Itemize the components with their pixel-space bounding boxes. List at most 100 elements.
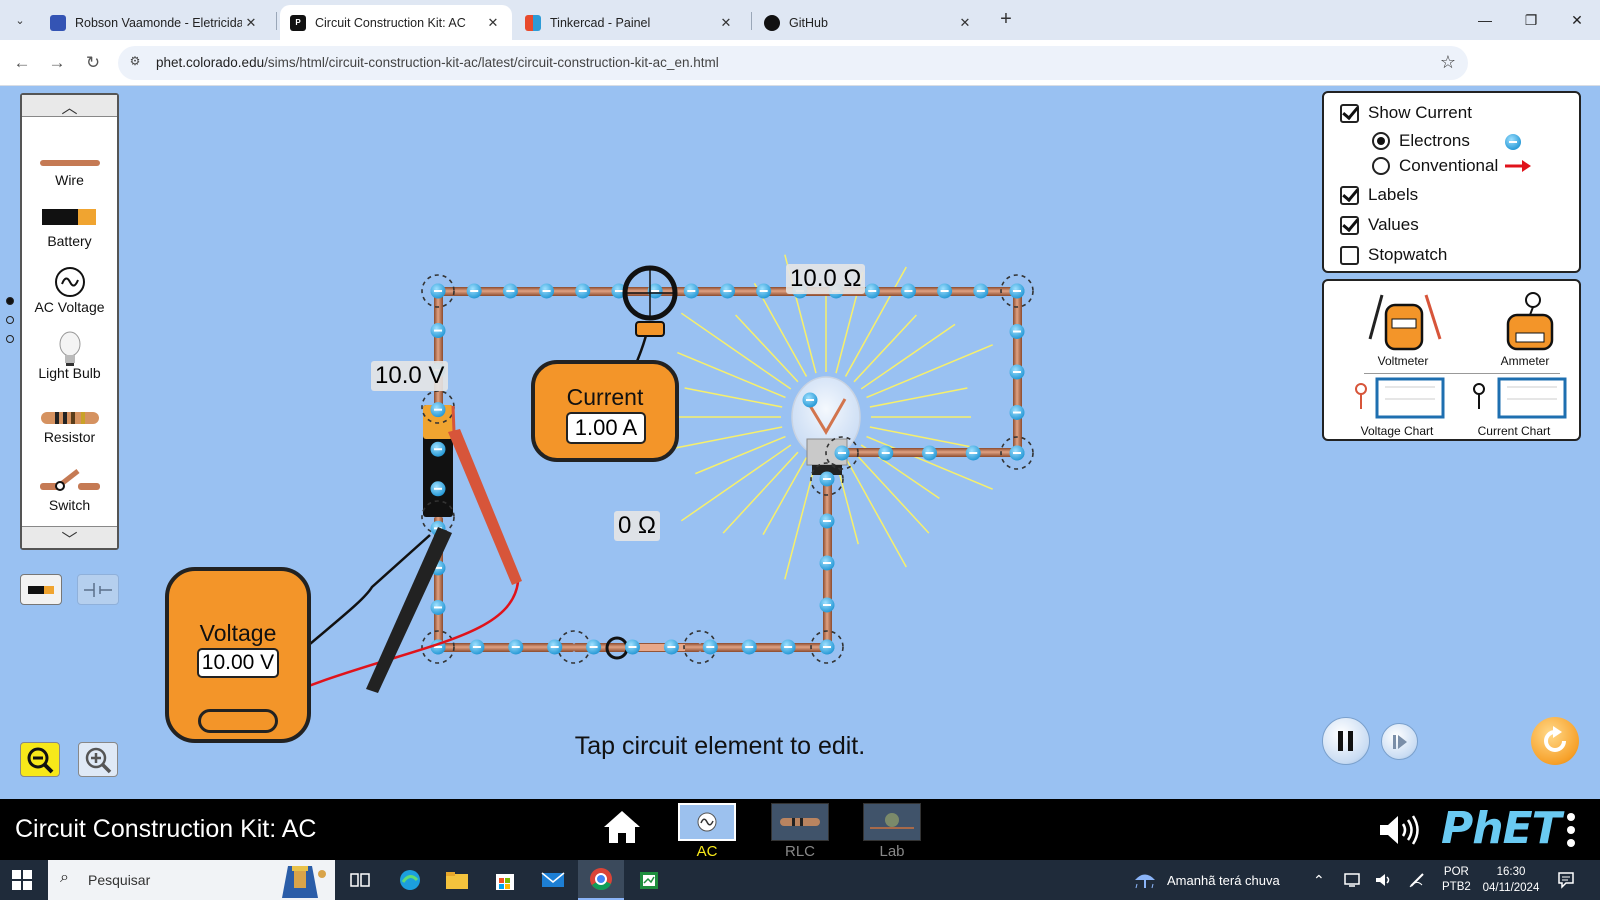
voltmeter-tool[interactable]: Voltmeter	[1358, 291, 1448, 368]
current-chart-label: Current Chart	[1477, 424, 1551, 438]
browser-tab-2[interactable]: P Circuit Construction Kit: AC ✕	[280, 5, 512, 40]
zoom-out-button[interactable]	[20, 742, 60, 777]
palette-page-dot-3[interactable]	[6, 335, 14, 343]
tab-close-icon[interactable]: ✕	[242, 15, 260, 31]
volume-icon[interactable]	[1375, 860, 1393, 900]
forward-button[interactable]: →	[45, 51, 69, 75]
palette-scroll-up-button[interactable]: ︿	[22, 95, 117, 117]
conventional-option[interactable]: Conventional	[1372, 156, 1498, 176]
windows-start-icon[interactable]	[12, 870, 32, 890]
palette-label: Battery	[47, 233, 92, 249]
bookmark-star-icon[interactable]: ☆	[1440, 52, 1456, 73]
chrome-icon[interactable]	[578, 860, 624, 900]
restore-window-button[interactable]: ❐	[1508, 6, 1554, 34]
lifelike-view-toggle[interactable]	[20, 574, 62, 605]
phet-menu-icon[interactable]	[1567, 813, 1575, 852]
notifications-icon[interactable]	[1557, 860, 1575, 900]
light-ray	[866, 435, 993, 490]
simulation-area[interactable]: ︿ Wire Battery AC Voltage Light Bulb Res…	[0, 87, 1600, 799]
windows-taskbar: ⌕ Pesquisar Amanhã terá chuva ⌃ POR PTB2…	[0, 860, 1600, 900]
component-palette: ︿ Wire Battery AC Voltage Light Bulb Res…	[20, 93, 119, 550]
palette-item-resistor[interactable]: Resistor	[22, 407, 117, 445]
values-checkbox[interactable]	[1340, 215, 1359, 235]
home-icon[interactable]	[602, 809, 642, 845]
url-text: phet.colorado.edu/sims/html/circuit-cons…	[156, 55, 719, 70]
reload-button[interactable]: ↻	[81, 51, 105, 75]
zoom-in-button[interactable]	[78, 742, 118, 777]
close-window-button[interactable]: ✕	[1554, 6, 1600, 34]
palette-item-switch[interactable]: Switch	[22, 463, 117, 513]
tab-title: Circuit Construction Kit: AC	[315, 15, 466, 30]
palette-item-battery[interactable]: Battery	[22, 203, 117, 249]
labels-label: Labels	[1368, 185, 1419, 204]
light-bulb[interactable]	[791, 376, 861, 475]
labels-checkbox[interactable]	[1340, 185, 1359, 205]
palette-scroll-down-button[interactable]: ﹀	[22, 526, 117, 549]
microsoft-store-icon[interactable]	[482, 860, 528, 900]
values-option[interactable]: Values	[1340, 215, 1419, 235]
show-current-checkbox[interactable]	[1340, 103, 1359, 123]
palette-item-wire[interactable]: Wire	[22, 150, 117, 188]
reset-all-button[interactable]	[1531, 717, 1579, 765]
phet-logo[interactable]: PhET	[1441, 803, 1562, 854]
stopwatch-checkbox[interactable]	[1340, 245, 1359, 265]
view-options-panel: Show Current Electrons Conventional Labe…	[1322, 91, 1581, 273]
system-clock[interactable]: 16:30 04/11/2024	[1479, 860, 1543, 900]
browser-tab-1[interactable]: Robson Vaamonde - Eletricidade ✕	[40, 5, 270, 40]
site-info-icon[interactable]: ⚙	[126, 54, 144, 72]
taskbar-search-box[interactable]: ⌕ Pesquisar	[48, 860, 335, 900]
sound-on-icon[interactable]	[1378, 813, 1422, 847]
input-language-indicator[interactable]: POR PTB2	[1442, 860, 1471, 900]
current-chart-tool[interactable]: Current Chart	[1458, 375, 1570, 438]
search-highlight-pharaoh-icon	[282, 866, 326, 898]
battery-icon	[22, 203, 117, 233]
conventional-radio[interactable]	[1372, 157, 1390, 175]
minimize-window-button[interactable]: —	[1462, 6, 1508, 34]
back-button[interactable]: ←	[10, 51, 34, 75]
voltmeter-display[interactable]: Voltage 10.00 V	[165, 567, 311, 743]
browser-tab-4[interactable]: GitHub ✕	[754, 5, 984, 40]
screen-tab-rlc[interactable]: RLC	[765, 803, 835, 860]
palette-item-light-bulb[interactable]: Light Bulb	[22, 331, 117, 381]
tab-close-icon[interactable]: ✕	[717, 15, 735, 31]
file-explorer-icon[interactable]	[434, 860, 480, 900]
search-icon: ⌕	[60, 869, 69, 886]
ammeter-display[interactable]: Current 1.00 A	[531, 360, 679, 462]
screen-tab-lab[interactable]: Lab	[857, 803, 927, 860]
show-current-option[interactable]: Show Current	[1340, 103, 1472, 123]
new-tab-button[interactable]: +	[995, 9, 1017, 31]
electrons-radio[interactable]	[1372, 132, 1390, 150]
address-bar[interactable]: ⚙ phet.colorado.edu/sims/html/circuit-co…	[118, 46, 1468, 80]
palette-page-dot-1[interactable]	[6, 297, 14, 305]
labels-option[interactable]: Labels	[1340, 185, 1418, 205]
stopwatch-option[interactable]: Stopwatch	[1340, 245, 1447, 265]
bulb-resistance-label: 10.0 Ω	[786, 264, 866, 294]
step-forward-icon	[1392, 734, 1407, 749]
schematic-view-toggle[interactable]	[77, 574, 119, 605]
tab-divider	[276, 12, 277, 30]
task-view-icon[interactable]	[337, 860, 383, 900]
palette-page-dot-2[interactable]	[6, 316, 14, 324]
tray-overflow-chevron-icon[interactable]: ⌃	[1313, 860, 1325, 900]
network-icon[interactable]	[1344, 860, 1362, 900]
browser-tab-3[interactable]: Tinkercad - Painel ✕	[515, 5, 745, 40]
pen-workspace-icon[interactable]	[1408, 860, 1426, 900]
browser-tab-bar: ⌄ Robson Vaamonde - Eletricidade ✕ P Cir…	[0, 0, 1600, 40]
mail-icon[interactable]	[530, 860, 576, 900]
voltage-chart-tool[interactable]: Voltage Chart	[1346, 375, 1448, 438]
tab-close-icon[interactable]: ✕	[484, 15, 502, 31]
pause-button[interactable]	[1322, 717, 1370, 765]
tab-close-icon[interactable]: ✕	[956, 15, 974, 31]
electrons-option[interactable]: Electrons	[1372, 131, 1470, 151]
reset-icon	[1544, 726, 1566, 752]
conventional-label: Conventional	[1399, 156, 1499, 175]
palette-item-ac-voltage[interactable]: AC Voltage	[22, 265, 117, 315]
show-current-label: Show Current	[1368, 103, 1472, 122]
green-app-icon[interactable]	[626, 860, 672, 900]
weather-widget[interactable]: Amanhã terá chuva	[1133, 860, 1280, 900]
edge-browser-icon[interactable]	[387, 860, 433, 900]
ammeter-tool[interactable]: Ammeter	[1480, 291, 1570, 368]
wire-segments[interactable]	[433, 287, 1022, 652]
tab-search-dropdown[interactable]: ⌄	[8, 8, 32, 32]
step-forward-button[interactable]	[1381, 723, 1418, 760]
